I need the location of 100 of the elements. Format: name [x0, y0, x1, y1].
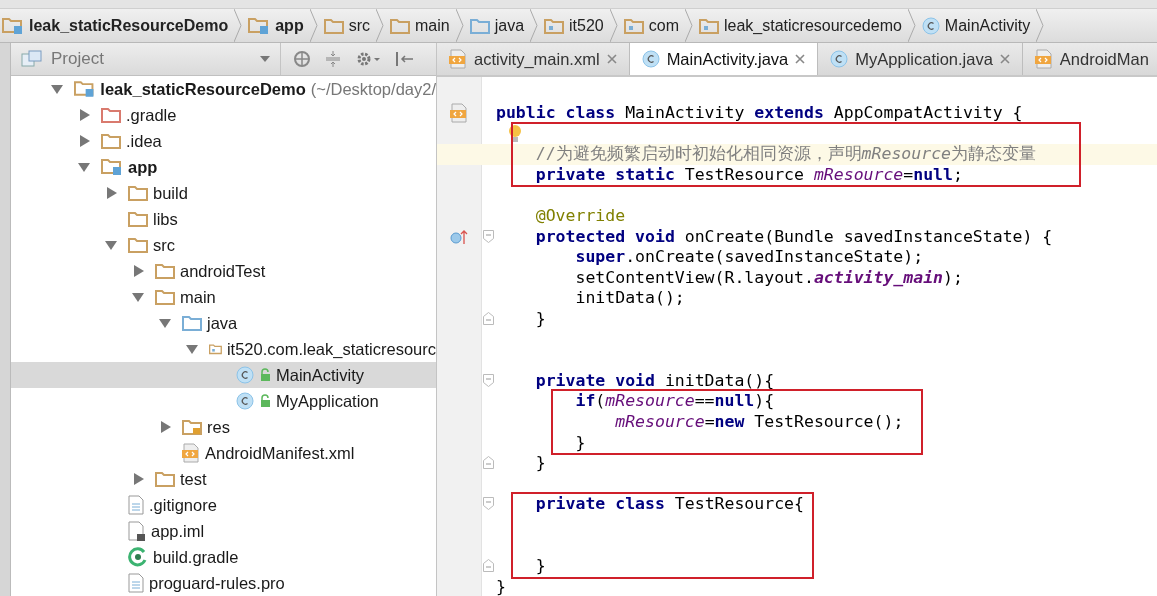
folder-icon — [182, 315, 202, 331]
override-icon[interactable] — [450, 228, 468, 245]
expanded-arrow-icon[interactable] — [78, 161, 90, 173]
editor-tab[interactable]: MyApplication.java — [818, 43, 1023, 75]
folder-icon — [469, 17, 490, 34]
fold-icon[interactable] — [483, 558, 494, 572]
folder-icon — [390, 17, 410, 34]
chevron-icon — [455, 9, 464, 42]
fold-icon[interactable] — [483, 373, 494, 387]
code-line: if(mResource==null){ — [574, 391, 775, 412]
collapsed-arrow-icon[interactable] — [78, 135, 90, 147]
editor-tab[interactable]: AndroidMan — [1022, 43, 1157, 75]
tree-item[interactable]: leak_staticResourceDemo (~/Desktop/day2/ — [11, 76, 436, 102]
class-icon — [236, 392, 254, 410]
tree-item[interactable]: MyApplication — [11, 388, 436, 414]
tree-item[interactable]: build.gradle — [11, 544, 436, 570]
chevron-icon — [907, 9, 916, 42]
tree-item[interactable]: proguard-rules.pro — [11, 570, 436, 596]
package-icon — [209, 341, 222, 357]
module-icon — [101, 158, 123, 176]
code-line: initData(); — [574, 288, 685, 309]
hide-panel-icon[interactable] — [395, 50, 415, 68]
chevron-icon — [685, 9, 693, 42]
class-icon — [641, 50, 660, 68]
tree-item[interactable]: .gradle — [11, 102, 436, 128]
code-line: } — [534, 308, 546, 330]
expanded-arrow-icon[interactable] — [159, 317, 171, 329]
xml-file-icon — [450, 103, 468, 124]
breadcrumb[interactable]: MainActivity — [921, 16, 1031, 35]
expanded-arrow-icon[interactable] — [105, 239, 117, 251]
tree-item[interactable]: main — [11, 284, 436, 310]
tree-item[interactable]: AndroidManifest.xml — [11, 440, 436, 466]
tree-item[interactable]: .idea — [11, 128, 436, 154]
locate-icon[interactable] — [293, 50, 311, 68]
text-file-icon — [128, 495, 144, 515]
tree-item[interactable]: test — [11, 466, 436, 492]
close-icon[interactable] — [999, 54, 1010, 64]
package-icon — [544, 17, 565, 34]
project-path: (~/Desktop/day2/ — [310, 79, 436, 99]
xml-file-icon — [1034, 49, 1053, 69]
tree-item[interactable]: .gitignore — [11, 492, 436, 518]
project-view-dropdown[interactable]: Project — [11, 43, 281, 75]
chevron-icon — [376, 9, 384, 42]
code-line: mResource=new TestResource(); — [614, 411, 904, 433]
project-view-icon — [21, 50, 43, 68]
breadcrumb[interactable]: leak_staticResourceDemo — [2, 16, 229, 35]
tree-item[interactable]: androidTest — [11, 258, 436, 284]
breadcrumb[interactable]: com — [623, 16, 679, 35]
code-line: protected void onCreate(Bundle savedInstanceState) { — [534, 226, 1053, 248]
tree-item[interactable]: src — [11, 232, 436, 258]
expanded-arrow-icon[interactable] — [132, 291, 144, 303]
breadcrumb[interactable]: leak_staticresourcedemo — [699, 16, 902, 35]
code-line: } — [534, 556, 546, 577]
tree-item[interactable]: java — [11, 310, 436, 336]
editor-tab[interactable]: activity_main.xml — [437, 43, 630, 75]
tree-item[interactable]: MainActivity — [11, 362, 436, 388]
editor-tab[interactable]: MainActivity.java — [629, 43, 819, 75]
breadcrumb[interactable]: java — [469, 16, 525, 35]
folder-icon — [155, 263, 175, 279]
breadcrumb[interactable]: app — [248, 16, 304, 35]
expanded-arrow-icon[interactable] — [186, 343, 198, 355]
expanded-arrow-icon[interactable] — [51, 83, 63, 95]
folder-icon — [128, 211, 148, 227]
folder-icon — [101, 133, 121, 149]
breadcrumb[interactable]: it520 — [544, 16, 604, 35]
tree-item[interactable]: it520.com.leak_staticresourc — [11, 336, 436, 362]
package-icon — [623, 17, 644, 34]
lock-icon — [259, 394, 271, 408]
chevron-icon — [530, 9, 539, 42]
close-icon[interactable] — [795, 54, 806, 64]
folder-icon — [128, 237, 148, 253]
tree-item[interactable]: res — [11, 414, 436, 440]
fold-icon[interactable] — [483, 497, 494, 511]
collapsed-arrow-icon[interactable] — [105, 187, 117, 199]
collapsed-arrow-icon[interactable] — [132, 473, 144, 485]
folder-icon — [155, 471, 175, 487]
collapsed-arrow-icon[interactable] — [159, 421, 171, 433]
collapsed-arrow-icon[interactable] — [132, 265, 144, 277]
lightbulb-icon[interactable] — [508, 123, 522, 144]
tree-item[interactable]: libs — [11, 206, 436, 232]
fold-icon[interactable] — [483, 456, 494, 470]
xml-file-icon — [449, 49, 467, 69]
breadcrumb[interactable]: main — [390, 16, 450, 35]
code-line: } — [574, 432, 586, 454]
tree-item[interactable]: app.iml — [11, 518, 436, 544]
fold-icon[interactable] — [483, 312, 494, 326]
module-icon — [74, 80, 96, 98]
collapsed-arrow-icon[interactable] — [78, 109, 90, 121]
code-line: public class MainActivity extends AppCompatActivity { — [496, 103, 1023, 124]
close-icon[interactable] — [606, 54, 617, 64]
code-line: private class TestResource{ — [534, 494, 804, 515]
breadcrumb[interactable]: src — [323, 16, 370, 35]
chevron-icon — [234, 9, 243, 42]
settings-icon[interactable] — [355, 50, 381, 68]
tree-item[interactable]: app — [11, 154, 436, 180]
code-line: @Override — [534, 205, 626, 227]
collapse-all-icon[interactable] — [325, 50, 341, 68]
class-icon — [921, 16, 940, 35]
fold-icon[interactable] — [483, 230, 494, 244]
tree-item[interactable]: build — [11, 180, 436, 206]
